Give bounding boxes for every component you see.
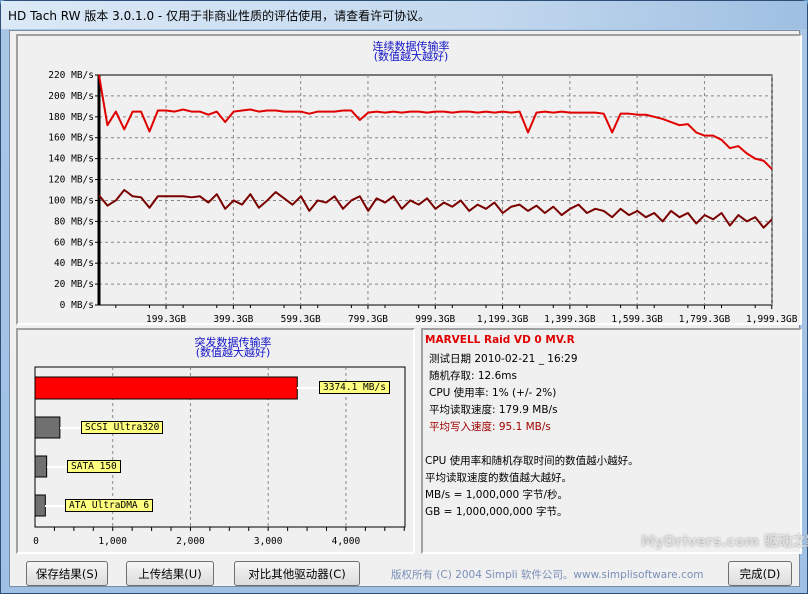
x-tick-label: 1,199.3GB bbox=[477, 314, 529, 325]
avg-read: 平均读取速度: 179.9 MB/s bbox=[429, 404, 558, 416]
note-gb: GB = 1,000,000,000 字节。 bbox=[425, 506, 568, 518]
burst-bar-reference bbox=[34, 455, 48, 478]
burst-bar-label: SATA 150 bbox=[67, 459, 121, 473]
app-window: HD Tach RW 版本 3.0.1.0 - 仅用于非商业性质的评估使用，请查… bbox=[0, 0, 808, 594]
x-tick-label: 1,999.3GB bbox=[746, 314, 798, 325]
burst-bar-measured bbox=[34, 376, 298, 400]
random-access: 随机存取: 12.6ms bbox=[429, 370, 517, 382]
save-results-button[interactable]: 保存结果(S) bbox=[26, 561, 108, 586]
x-tick-label: 1,799.3GB bbox=[679, 314, 731, 325]
burst-x-tick-label: 1,000 bbox=[98, 536, 127, 547]
burst-bar-label: SCSI Ultra320 bbox=[81, 420, 164, 434]
copyright-link[interactable]: 版权所有 (C) 2004 Simpli 软件公司。www.simplisoft… bbox=[391, 567, 704, 582]
avg-write: 平均写入速度: 95.1 MB/s bbox=[429, 421, 551, 433]
label-leader-line bbox=[46, 465, 67, 468]
label-leader-line bbox=[45, 504, 65, 507]
burst-bar-reference bbox=[34, 494, 46, 517]
label-leader-line bbox=[297, 387, 319, 389]
cpu-usage: CPU 使用率: 1% (+/- 2%) bbox=[429, 387, 557, 399]
x-tick-label: 1,399.3GB bbox=[544, 314, 596, 325]
burst-x-tick-label: 0 bbox=[33, 536, 39, 547]
x-tick-label: 1,599.3GB bbox=[611, 314, 663, 325]
burst-x-tick-label: 2,000 bbox=[176, 536, 205, 547]
note-mbs: MB/s = 1,000,000 字节/秒。 bbox=[425, 489, 569, 501]
test-date: 测试日期 2010-02-21 _ 16:29 bbox=[429, 353, 578, 365]
burst-bar-reference bbox=[34, 416, 61, 439]
x-tick-label: 999.3GB bbox=[415, 314, 455, 325]
upload-results-button[interactable]: 上传结果(U) bbox=[126, 561, 214, 586]
label-leader-line bbox=[59, 426, 81, 429]
compare-drives-button[interactable]: 对比其他驱动器(C) bbox=[234, 561, 360, 586]
watermark: MyDrivers.com 驱动之家 bbox=[641, 534, 808, 550]
done-button[interactable]: 完成(D) bbox=[728, 561, 792, 586]
burst-bar-label: 3374.1 MB/s bbox=[319, 381, 390, 394]
note-read: 平均读取速度的数值越大越好。 bbox=[425, 472, 572, 484]
burst-bar-label: ATA UltraDMA 6 bbox=[65, 498, 154, 512]
note-cpu: CPU 使用率和随机存取时间的数值越小越好。 bbox=[425, 455, 639, 467]
drive-name: MARVELL Raid VD 0 MV.R bbox=[425, 334, 575, 346]
burst-x-tick-label: 3,000 bbox=[254, 536, 283, 547]
burst-chart: 0 1,000 2,000 3,000 4,000 bbox=[33, 366, 406, 547]
burst-x-tick-label: 4,000 bbox=[332, 536, 361, 547]
